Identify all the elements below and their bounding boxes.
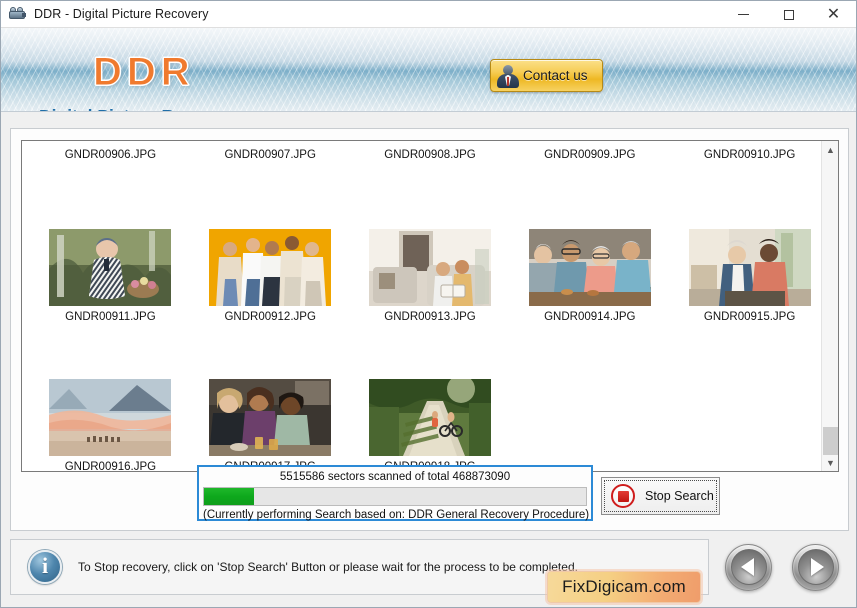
two-men-on-porch-photo[interactable] <box>688 229 811 306</box>
banner-subtitle: Digital Picture Recovery <box>39 106 240 111</box>
arrow-right-icon <box>810 558 824 576</box>
girl-in-garden-photo[interactable] <box>49 229 172 306</box>
thumbnail-row: GNDR00906.JPG GNDR00907.JPG GNDR00908.JP… <box>22 141 821 173</box>
file-label: GNDR00908.JPG <box>384 149 476 161</box>
file-label: GNDR00907.JPG <box>224 149 316 161</box>
footer-message: To Stop recovery, click on 'Stop Search'… <box>78 560 578 574</box>
scroll-up-button[interactable]: ▲ <box>822 141 838 158</box>
contact-us-button[interactable]: Contact us <box>490 59 603 92</box>
list-item[interactable]: GNDR00918.JPG <box>359 379 502 471</box>
close-button[interactable]: ✕ <box>811 1 856 28</box>
ddr-logo: DDR <box>93 50 195 95</box>
scan-progress-panel: 5515586 sectors scanned of total 4688730… <box>197 465 593 521</box>
list-item[interactable]: GNDR00907.JPG <box>199 141 342 161</box>
list-item[interactable]: GNDR00916.JPG <box>39 379 182 472</box>
progress-bar-fill <box>204 488 254 505</box>
list-item[interactable]: GNDR00917.JPG <box>199 379 342 471</box>
file-label: GNDR00910.JPG <box>703 149 796 161</box>
stop-search-button[interactable]: Stop Search <box>601 477 720 515</box>
minimize-button[interactable] <box>721 1 766 28</box>
list-item[interactable]: GNDR00906.JPG <box>39 141 182 161</box>
file-label: GNDR00911.JPG <box>65 311 156 323</box>
list-item[interactable]: GNDR00911.JPG <box>39 229 182 323</box>
info-icon: i <box>28 550 62 584</box>
thumbnail-row: GNDR00911.JPG GNDR00912.JPG GNDR00913.JP… <box>22 173 821 323</box>
scan-substatus-text: (Currently performing Search based on: D… <box>203 509 590 521</box>
seniors-at-table-photo[interactable] <box>528 229 651 306</box>
fixdigicam-badge[interactable]: FixDigicam.com <box>547 571 701 603</box>
camera-icon <box>8 6 26 22</box>
list-item[interactable]: GNDR00910.JPG <box>678 141 821 161</box>
next-button[interactable] <box>792 543 839 591</box>
list-item[interactable]: GNDR00912.JPG <box>199 229 342 323</box>
scan-status-text: 5515586 sectors scanned of total 4688730… <box>279 471 511 483</box>
person-icon <box>496 64 520 88</box>
progress-bar <box>203 487 587 506</box>
app-window: DDR - Digital Picture Recovery ✕ DDR Dig… <box>0 0 857 608</box>
stop-icon <box>611 484 635 508</box>
file-list-frame: GNDR00906.JPG GNDR00907.JPG GNDR00908.JP… <box>21 140 839 472</box>
list-item[interactable]: GNDR00915.JPG <box>678 229 821 323</box>
window-title: DDR - Digital Picture Recovery <box>34 7 209 21</box>
file-label: GNDR00914.JPG <box>544 311 636 323</box>
app-banner: DDR Digital Picture Recovery Contact us <box>1 28 856 112</box>
thumbnail-grid: GNDR00906.JPG GNDR00907.JPG GNDR00908.JP… <box>22 141 821 471</box>
family-on-sofa-photo[interactable] <box>368 229 491 306</box>
list-item[interactable]: GNDR00909.JPG <box>518 141 661 161</box>
contact-us-label: Contact us <box>523 68 588 83</box>
file-label: GNDR00916.JPG <box>64 461 157 472</box>
cyclists-on-path-photo[interactable] <box>368 379 491 456</box>
navigation-buttons <box>715 539 849 595</box>
close-icon: ✕ <box>826 5 841 23</box>
thumbnail-row: GNDR00916.JPG <box>22 323 821 472</box>
arrow-left-icon <box>740 558 754 576</box>
list-item[interactable]: GNDR00908.JPG <box>359 141 502 161</box>
mountain-sunrise-photo[interactable] <box>49 379 172 456</box>
list-item[interactable]: GNDR00914.JPG <box>518 229 661 323</box>
maximize-button[interactable] <box>766 1 811 28</box>
friends-on-yellow-background-photo[interactable] <box>209 229 332 306</box>
file-label: GNDR00915.JPG <box>703 311 796 323</box>
minimize-icon <box>738 14 749 15</box>
friends-dining-photo[interactable] <box>209 379 332 456</box>
scroll-down-button[interactable]: ▼ <box>822 454 838 471</box>
stop-search-label: Stop Search <box>645 489 714 503</box>
title-bar: DDR - Digital Picture Recovery ✕ <box>1 1 856 28</box>
window-controls: ✕ <box>721 1 856 28</box>
maximize-icon <box>783 9 794 20</box>
scrollbar-thumb[interactable] <box>823 427 838 455</box>
fixdigicam-label: FixDigicam.com <box>562 577 686 596</box>
list-item[interactable]: GNDR00913.JPG <box>359 229 502 323</box>
vertical-scrollbar[interactable]: ▲ ▼ <box>821 141 838 471</box>
file-label: GNDR00912.JPG <box>224 311 316 323</box>
back-button[interactable] <box>725 543 772 591</box>
file-label: GNDR00913.JPG <box>384 311 476 323</box>
file-label: GNDR00909.JPG <box>544 149 636 161</box>
file-label: GNDR00906.JPG <box>64 149 157 161</box>
